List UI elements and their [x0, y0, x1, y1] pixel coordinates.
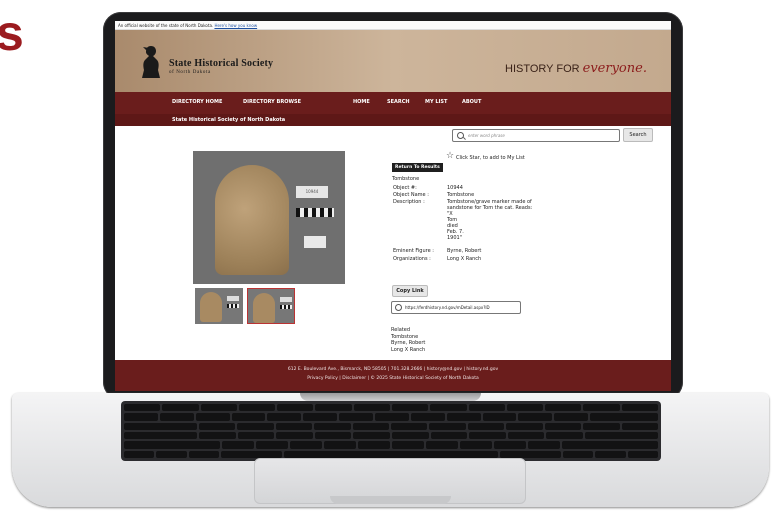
- org-title[interactable]: State Historical Society: [169, 58, 273, 69]
- marketing-image: s An official website of the state of No…: [0, 0, 781, 522]
- field-value-organizations[interactable]: Long X Ranch: [447, 256, 547, 262]
- official-notice: An official website of the state of Nort…: [118, 23, 214, 28]
- photo-tag: 10944: [296, 186, 328, 198]
- search-button[interactable]: Search: [623, 128, 653, 142]
- description-line: 1901": [447, 235, 463, 241]
- field-label-eminent-figure: Eminent Figure :: [393, 248, 434, 254]
- nav-directory-home[interactable]: DIRECTORY HOME: [172, 99, 222, 105]
- field-label-description: Description :: [393, 199, 425, 205]
- permalink-field[interactable]: https://ferdhistory.nd.gov/mDetail.aspx?…: [391, 301, 521, 314]
- thumbnail-2[interactable]: [247, 288, 295, 324]
- permalink-url: https://ferdhistory.nd.gov/mDetail.aspx?…: [405, 305, 490, 310]
- related-item[interactable]: Long X Ranch: [391, 347, 425, 354]
- nav-about[interactable]: ABOUT: [462, 99, 481, 105]
- photo-label-card: [304, 236, 326, 248]
- search-placeholder: enter word phrase: [468, 133, 505, 138]
- return-to-results-button[interactable]: Return To Results: [392, 163, 443, 172]
- tagline-prefix: HISTORY FOR: [505, 63, 580, 75]
- star-note: Click Star, to add to My List: [456, 155, 525, 161]
- laptop-keyboard: [121, 401, 661, 461]
- nav-search[interactable]: SEARCH: [387, 99, 410, 105]
- footer-links[interactable]: Privacy Policy | Disclaimer | © 2025 Sta…: [115, 376, 671, 381]
- official-banner: An official website of the state of Nort…: [115, 21, 671, 30]
- field-value-object-name: Tombstone: [447, 192, 475, 198]
- object-photo[interactable]: 10944: [193, 151, 345, 284]
- thumbnail-1[interactable]: [195, 288, 243, 324]
- tagline-script: everyone.: [582, 61, 647, 76]
- field-value-object-number: 10944: [447, 185, 463, 191]
- footer-address: 612 E. Boulevard Ave., Bismarck, ND 5850…: [287, 367, 499, 372]
- laptop-screen: An official website of the state of Nort…: [115, 21, 671, 391]
- search-icon: [395, 304, 402, 311]
- site-tagline: HISTORY FOR everyone.: [505, 61, 647, 76]
- site-header: State Historical Society of North Dakota…: [115, 30, 671, 92]
- site-footer: 612 E. Boulevard Ave., Bismarck, ND 5850…: [115, 360, 671, 391]
- laptop-notch: [330, 496, 451, 504]
- official-link[interactable]: Here's how you know: [214, 23, 257, 28]
- sub-nav: State Historical Society of North Dakota: [115, 114, 671, 126]
- field-label-object-name: Object Name :: [393, 192, 429, 198]
- photo-scale-bar: [296, 208, 334, 217]
- nav-my-list[interactable]: MY LIST: [425, 99, 447, 105]
- org-subtitle: of North Dakota: [169, 70, 211, 75]
- record-crumb: Tombstone: [392, 176, 420, 182]
- copy-link-button[interactable]: Copy Link: [392, 285, 428, 297]
- corner-letter: s: [0, 5, 24, 61]
- description-line: sandstone for Tom the cat. Reads:: [447, 205, 533, 211]
- logo-figure-icon[interactable]: [140, 44, 162, 80]
- search-input[interactable]: enter word phrase: [452, 129, 620, 142]
- star-icon[interactable]: ☆: [446, 151, 454, 161]
- field-value-description: Tombstone/grave marker made of sandstone…: [447, 199, 547, 241]
- main-nav: DIRECTORY HOME DIRECTORY BROWSE HOME SEA…: [115, 92, 671, 114]
- laptop-hinge: [300, 393, 481, 401]
- search-icon: [457, 132, 464, 139]
- tombstone-image: [215, 165, 289, 275]
- related-section: Related Tombstone Byrne, Robert Long X R…: [391, 327, 425, 353]
- nav-home[interactable]: HOME: [353, 99, 370, 105]
- nav-directory-browse[interactable]: DIRECTORY BROWSE: [243, 99, 301, 105]
- subnav-title[interactable]: State Historical Society of North Dakota: [172, 117, 285, 123]
- related-item[interactable]: Byrne, Robert: [391, 340, 425, 347]
- field-value-eminent-figure[interactable]: Byrne, Robert: [447, 248, 547, 254]
- field-label-object-number: Object #:: [393, 185, 417, 191]
- field-label-organizations: Organizations :: [393, 256, 431, 262]
